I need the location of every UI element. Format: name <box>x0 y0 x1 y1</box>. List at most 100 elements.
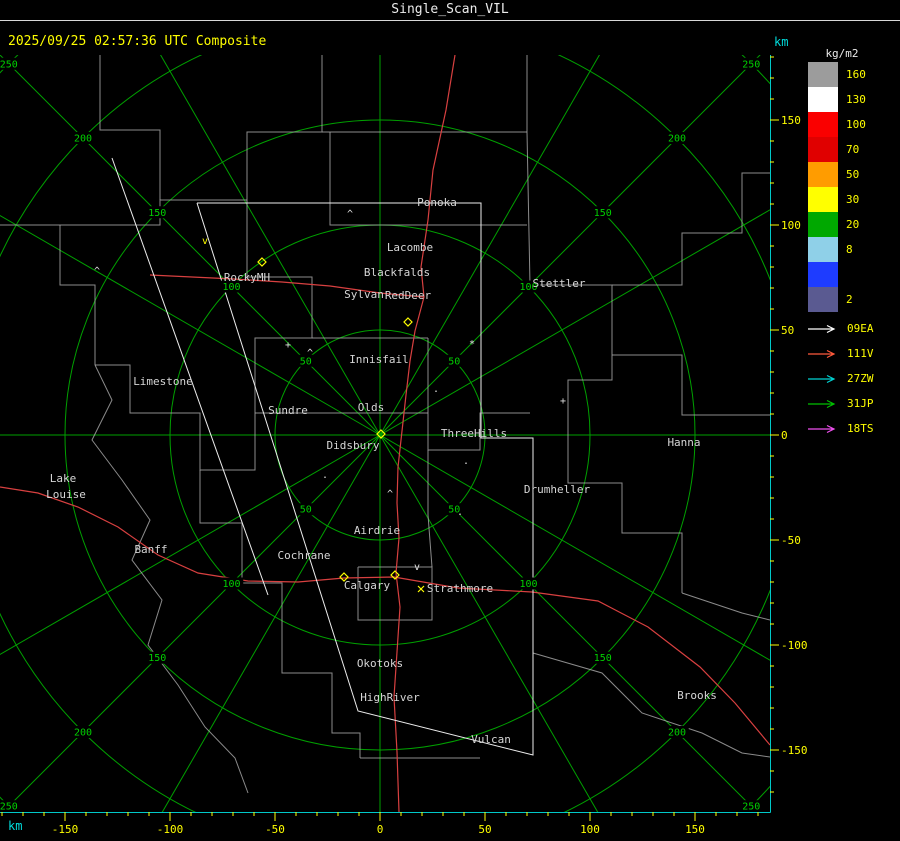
window-title: Single_Scan_VIL <box>391 2 509 17</box>
arrow-icon <box>808 324 836 333</box>
bottom-axis-label: 150 <box>685 823 705 836</box>
county-boundary <box>246 200 313 413</box>
azimuth-spoke <box>379 434 770 661</box>
bottom-axis-label: 50 <box>478 823 491 836</box>
county-boundary <box>357 566 433 621</box>
radar-site-entry: 09EA <box>806 316 874 341</box>
town-label: Stettler <box>533 277 586 290</box>
colorbar-swatch <box>808 187 838 212</box>
town-label: Airdrie <box>354 524 400 537</box>
radar-site-id: 27ZW <box>847 372 874 385</box>
town-label: Sundre <box>268 404 308 417</box>
arrow-icon <box>808 399 836 408</box>
colorbar-swatch <box>808 237 838 262</box>
town-label: Calgary <box>344 579 391 592</box>
right-axis-label: 0 <box>781 429 788 442</box>
town-label: Didsbury <box>327 439 380 452</box>
arrow-icon <box>808 374 836 383</box>
right-axis-label: -150 <box>781 744 808 757</box>
colorbar-value: 100 <box>846 118 866 131</box>
town-label: Lacombe <box>387 241 433 254</box>
town-label: Ponoka <box>417 196 457 209</box>
radar-site-arrow-icon <box>808 324 836 333</box>
right-axis-label: -50 <box>781 534 801 547</box>
point-marker: + <box>560 396 566 407</box>
range-ring-label: 200 <box>74 134 92 145</box>
radar-map-display[interactable]: 5050505010010010010015015015015020020020… <box>0 55 900 841</box>
county-boundary <box>532 652 770 758</box>
colorbar-value: 8 <box>846 243 853 256</box>
colorbar-value: 30 <box>846 193 860 206</box>
range-ring-label: 250 <box>742 59 760 70</box>
county-boundary <box>281 620 361 758</box>
colorbar-entry: 20 <box>808 212 872 237</box>
arrow-icon <box>808 424 836 433</box>
colorbar-value: 160 <box>846 68 866 81</box>
town-label: ThreeHills <box>441 427 507 440</box>
town-label: Hanna <box>667 436 700 449</box>
range-ring-label: 200 <box>668 727 686 738</box>
point-marker: . <box>433 384 439 395</box>
colorbar-entry: 8 <box>808 237 872 262</box>
bottom-axis-label: 0 <box>377 823 384 836</box>
vertical-axis-unit: km <box>774 35 789 49</box>
point-marker: . <box>463 456 469 467</box>
colorbar-entry: 30 <box>808 187 872 212</box>
azimuth-spoke <box>379 434 599 813</box>
range-ring-label: 250 <box>0 59 18 70</box>
radar-site-arrow-icon <box>808 349 836 358</box>
colorbar-entry: 70 <box>808 137 872 162</box>
colorbar: 160 130 100 70 50 30 20 8 2 <box>808 62 872 312</box>
radar-site-entry: 31JP <box>806 391 874 416</box>
radar-site-arrow-icon <box>808 424 836 433</box>
radar-site-entry: 18TS <box>806 416 874 441</box>
range-ring-label: 100 <box>519 579 537 590</box>
range-ring-label: 200 <box>74 727 92 738</box>
azimuth-spoke <box>161 434 381 813</box>
colorbar-value: 50 <box>846 168 860 181</box>
colorbar-entry: 2 <box>808 287 872 312</box>
town-label: Olds <box>358 401 385 414</box>
radar-site-id: 18TS <box>847 422 874 435</box>
azimuth-spoke <box>0 215 381 436</box>
colorbar-value: 70 <box>846 143 860 156</box>
town-label: Louise <box>46 488 86 501</box>
colorbar-entry: 130 <box>808 87 872 112</box>
point-marker: . <box>322 470 328 481</box>
colorbar-swatch <box>808 137 838 162</box>
town-label: Sylvan <box>344 288 384 301</box>
colorbar-entry: 160 <box>808 62 872 87</box>
point-marker: . <box>457 507 463 518</box>
radar-site-arrow-icon <box>808 399 836 408</box>
county-boundary <box>427 450 433 568</box>
colorbar-swatch <box>808 212 838 237</box>
colorbar-swatch <box>808 287 838 312</box>
colorbar-value: 130 <box>846 93 866 106</box>
point-marker: v <box>414 562 420 573</box>
town-label: Vulcan <box>471 733 511 746</box>
scan-timestamp: 2025/09/25 02:57:36 UTC Composite <box>8 34 267 49</box>
town-label: RockyMH <box>224 271 270 284</box>
colorbar-unit: kg/m2 <box>825 47 859 60</box>
radar-site-id: 111V <box>847 347 874 360</box>
range-ring-label: 150 <box>594 208 612 219</box>
point-marker: v <box>202 236 208 247</box>
range-ring-label: 50 <box>300 505 312 516</box>
radar-coverage-outline <box>196 202 534 756</box>
county-boundary <box>681 592 770 621</box>
range-ring-label: 250 <box>0 802 18 813</box>
title-bar: Single_Scan_VIL <box>0 0 900 21</box>
azimuth-spoke <box>379 55 761 436</box>
radar-site-legend: 09EA 111V 27ZW 31JP 18TS <box>806 316 874 441</box>
right-axis-label: -100 <box>781 639 808 652</box>
point-marker: ^ <box>307 348 313 359</box>
radar-application-window: Single_Scan_VIL 2025/09/25 02:57:36 UTC … <box>0 0 900 841</box>
town-label: Strathmore <box>427 582 493 595</box>
range-ring-label: 250 <box>742 802 760 813</box>
radar-site-entry: 111V <box>806 341 874 366</box>
colorbar-entry: 50 <box>808 162 872 187</box>
town-label: Brooks <box>677 689 717 702</box>
county-boundary <box>526 55 613 433</box>
town-label: Cochrane <box>278 549 331 562</box>
point-marker: + <box>285 340 291 351</box>
